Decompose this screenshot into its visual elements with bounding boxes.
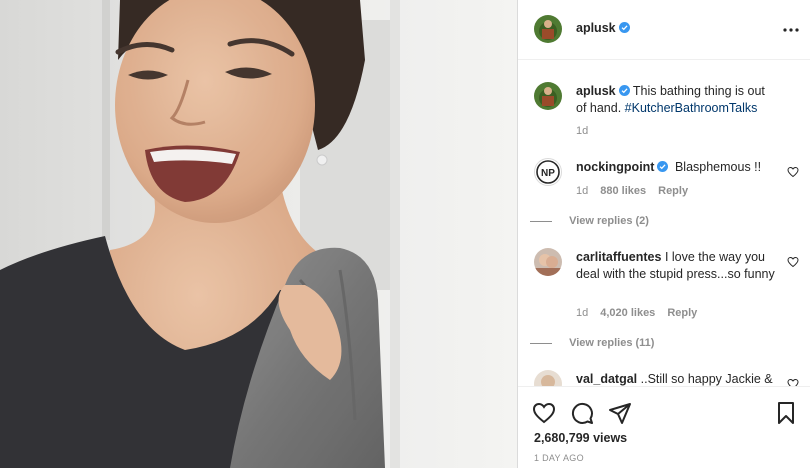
- comment-body: ..Still so happy Jackie &: [640, 372, 773, 386]
- caption-meta: 1d: [576, 125, 588, 137]
- verified-badge-icon: [618, 85, 630, 96]
- like-comment-heart-icon[interactable]: [787, 378, 799, 386]
- view-replies-button[interactable]: View replies (11): [530, 337, 654, 349]
- instagram-post: aplusk aplusk This bathing thing is out …: [0, 0, 810, 468]
- caption-author-avatar[interactable]: [534, 82, 562, 110]
- comment-icon[interactable]: [570, 401, 594, 425]
- comment-username[interactable]: carlitaffuentes: [576, 250, 661, 264]
- like-comment-heart-icon[interactable]: [787, 256, 799, 268]
- comment-likes[interactable]: 880 likes: [600, 185, 646, 197]
- post-caption: aplusk This bathing thing is out of hand…: [534, 82, 799, 142]
- commenter-avatar-image: [534, 370, 562, 386]
- view-replies-button[interactable]: View replies (2): [530, 215, 649, 227]
- view-replies-label: View replies (11): [569, 337, 655, 349]
- commenter-avatar[interactable]: NP: [534, 158, 562, 186]
- comment-text: val_datgal ..Still so happy Jackie &: [576, 371, 791, 386]
- like-comment-heart-icon[interactable]: [787, 166, 799, 178]
- comment-item: carlitaffuentes I love the way you deal …: [534, 248, 799, 358]
- comment-time[interactable]: 1d: [576, 307, 588, 319]
- caption-text: aplusk This bathing thing is out of hand…: [576, 83, 776, 117]
- post-header: aplusk: [518, 0, 810, 60]
- verified-badge-icon: [657, 161, 669, 172]
- heart-icon[interactable]: [532, 401, 556, 425]
- comment-reply-button[interactable]: Reply: [658, 185, 688, 197]
- comment-item: val_datgal ..Still so happy Jackie &: [534, 370, 799, 386]
- more-options-icon[interactable]: [781, 20, 801, 40]
- post-video[interactable]: [0, 0, 517, 468]
- commenter-avatar[interactable]: [534, 370, 562, 386]
- comment-username[interactable]: nockingpoint: [576, 160, 654, 174]
- comments-list[interactable]: aplusk This bathing thing is out of hand…: [518, 60, 810, 386]
- comment-text: carlitaffuentes I love the way you deal …: [576, 249, 776, 283]
- comment-likes[interactable]: 4,020 likes: [600, 307, 655, 319]
- author-avatar-image: [534, 15, 562, 43]
- caption-time[interactable]: 1d: [576, 125, 588, 137]
- comment-item: NP nockingpoint Blasphemous !! 1d 880 lik…: [534, 158, 799, 238]
- commenter-avatar[interactable]: [534, 248, 562, 276]
- post-details-panel: aplusk aplusk This bathing thing is out …: [517, 0, 810, 468]
- comment-text: nockingpoint Blasphemous !!: [576, 159, 776, 176]
- author-username[interactable]: aplusk: [576, 21, 630, 35]
- author-avatar[interactable]: [534, 15, 562, 43]
- comment-username[interactable]: val_datgal: [576, 372, 637, 386]
- share-icon[interactable]: [608, 401, 632, 425]
- caption-username[interactable]: aplusk: [576, 84, 616, 98]
- comment-time[interactable]: 1d: [576, 185, 588, 197]
- caption-avatar-image: [534, 82, 562, 110]
- video-frame-illustration: [0, 0, 517, 468]
- view-replies-label: View replies (2): [569, 215, 649, 227]
- bookmark-icon[interactable]: [774, 401, 798, 425]
- author-username-text: aplusk: [576, 21, 616, 35]
- commenter-avatar-image: NP: [536, 160, 560, 184]
- comment-reply-button[interactable]: Reply: [667, 307, 697, 319]
- comment-body: Blasphemous !!: [674, 160, 762, 174]
- post-timestamp[interactable]: 1 DAY AGO: [534, 453, 584, 463]
- comment-meta: 1d 4,020 likes Reply: [576, 307, 697, 319]
- comment-meta: 1d 880 likes Reply: [576, 185, 688, 197]
- commenter-avatar-monogram: NP: [541, 168, 555, 179]
- view-count[interactable]: 2,680,799 views: [534, 431, 627, 445]
- post-actions-bar: 2,680,799 views 1 DAY AGO: [518, 386, 810, 468]
- verified-badge-icon: [618, 22, 630, 33]
- caption-hashtag-link[interactable]: #KutcherBathroomTalks: [625, 101, 758, 115]
- commenter-avatar-image: [534, 248, 562, 276]
